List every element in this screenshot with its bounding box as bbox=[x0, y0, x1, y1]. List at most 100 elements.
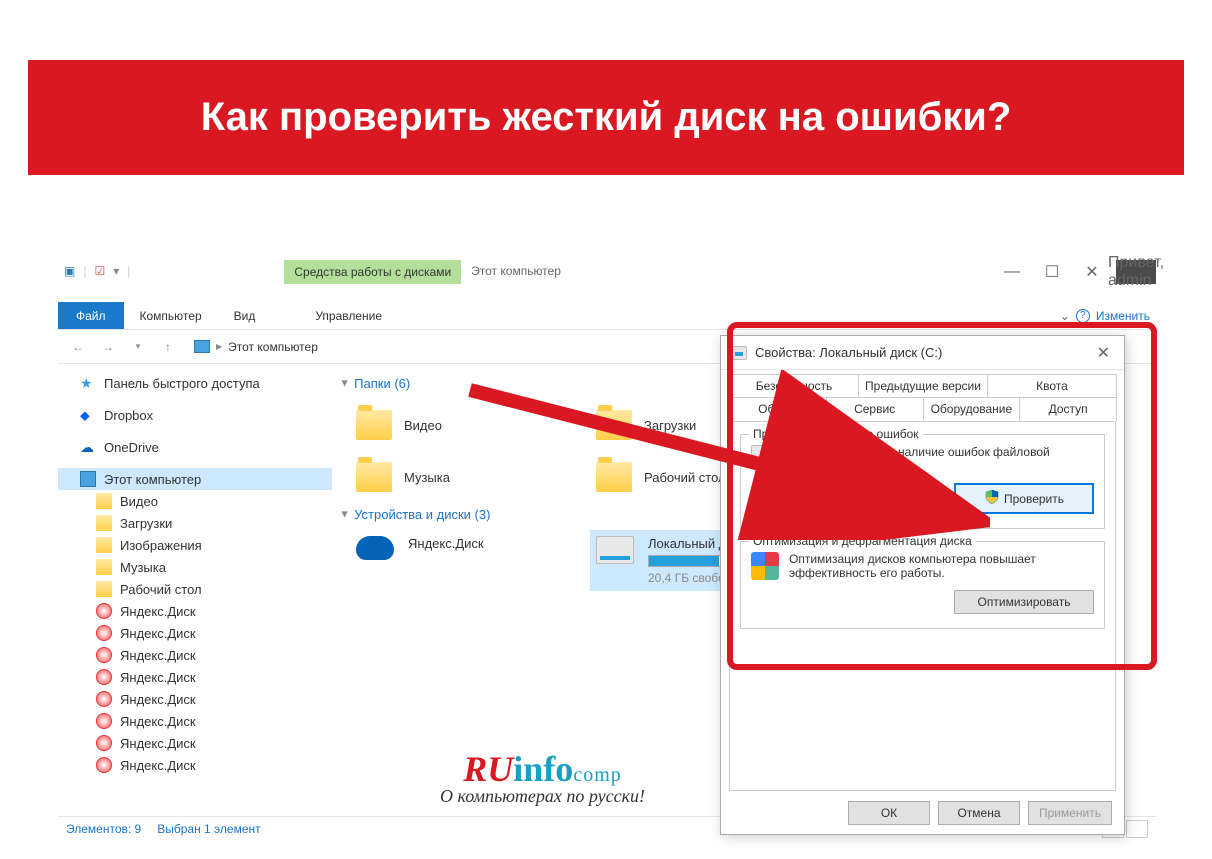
optimize-button[interactable]: Оптимизировать bbox=[954, 590, 1094, 614]
dialog-tab[interactable]: Доступ bbox=[1019, 397, 1117, 421]
logo-ru: RU bbox=[463, 749, 513, 789]
error-check-group: Проверка на наличие ошибок Проверка диск… bbox=[740, 434, 1105, 529]
sidebar-item[interactable]: Яндекс.Диск bbox=[58, 600, 332, 622]
tab-service-body: Проверка на наличие ошибок Проверка диск… bbox=[729, 421, 1116, 791]
apply-button[interactable]: Применить bbox=[1028, 801, 1112, 825]
tab-view[interactable]: Вид bbox=[218, 302, 272, 329]
sidebar-item[interactable]: Рабочий стол bbox=[58, 578, 332, 600]
folder-icon bbox=[96, 515, 112, 531]
edit-link[interactable]: Изменить bbox=[1096, 309, 1150, 323]
yandex-disk-icon bbox=[96, 691, 112, 707]
sidebar-item-label: Яндекс.Диск bbox=[120, 604, 196, 619]
sidebar-item[interactable]: Этот компьютер bbox=[58, 468, 332, 490]
device-item[interactable]: Яндекс.Диск bbox=[350, 530, 590, 591]
sidebar-item[interactable]: Яндекс.Диск bbox=[58, 666, 332, 688]
sidebar-item[interactable]: Яндекс.Диск bbox=[58, 688, 332, 710]
maximize-button[interactable]: ☐ bbox=[1032, 260, 1072, 284]
dialog-tab[interactable]: Сервис bbox=[826, 397, 924, 421]
sidebar-item[interactable]: Яндекс.Диск bbox=[58, 732, 332, 754]
close-button[interactable]: ✕ bbox=[1072, 260, 1112, 284]
sidebar-item[interactable]: Видео bbox=[58, 490, 332, 512]
tab-computer[interactable]: Компьютер bbox=[124, 302, 218, 329]
dialog-tab[interactable]: Общие bbox=[729, 397, 827, 421]
optimize-group: Оптимизация и дефрагментация диска Оптим… bbox=[740, 541, 1105, 629]
sidebar-item-label: Dropbox bbox=[104, 408, 153, 423]
optimize-legend: Оптимизация и дефрагментация диска bbox=[749, 534, 976, 548]
dialog-close-button[interactable]: ✕ bbox=[1093, 343, 1114, 363]
tab-file[interactable]: Файл bbox=[58, 302, 124, 329]
yandex-disk-icon bbox=[96, 713, 112, 729]
folder-icon bbox=[96, 559, 112, 575]
up-button[interactable]: ↑ bbox=[156, 335, 180, 359]
chevron-down-icon: ▶ bbox=[341, 380, 350, 386]
dialog-tab[interactable]: Квота bbox=[987, 374, 1117, 397]
yandex-disk-icon bbox=[96, 603, 112, 619]
sidebar-item[interactable]: Яндекс.Диск bbox=[58, 644, 332, 666]
sidebar-item[interactable]: Яндекс.Диск bbox=[58, 622, 332, 644]
banner-title: Как проверить жесткий диск на ошибки? bbox=[201, 95, 1012, 140]
sidebar-item[interactable]: ★Панель быстрого доступа bbox=[58, 372, 332, 394]
defrag-icon bbox=[751, 552, 779, 580]
breadcrumb-location[interactable]: Этот компьютер bbox=[228, 340, 318, 354]
error-check-legend: Проверка на наличие ошибок bbox=[749, 427, 923, 441]
pc-icon bbox=[80, 471, 96, 487]
dialog-tab[interactable]: Предыдущие версии bbox=[858, 374, 988, 397]
sidebar-item[interactable]: Загрузки bbox=[58, 512, 332, 534]
sidebar-item[interactable]: ☁ OneDrive bbox=[58, 436, 332, 458]
sidebar-item[interactable]: Музыка bbox=[58, 556, 332, 578]
sidebar-item-label: Яндекс.Диск bbox=[120, 692, 196, 707]
folder-icon bbox=[96, 581, 112, 597]
yandex-disk-icon bbox=[96, 757, 112, 773]
sidebar-nav: ★Панель быстрого доступа ⬥ Dropbox ☁ OneDriv… bbox=[58, 364, 332, 816]
dropbox-icon: ⬥ bbox=[80, 407, 96, 423]
drive-icon bbox=[596, 536, 634, 564]
yandex-disk-icon bbox=[96, 625, 112, 641]
yandex-disk-icon bbox=[96, 669, 112, 685]
back-button[interactable]: ← bbox=[66, 335, 90, 359]
help-icon[interactable]: ? bbox=[1076, 309, 1090, 323]
separator-icon: | bbox=[127, 264, 130, 278]
sidebar-item-label: Музыка bbox=[120, 560, 166, 575]
dialog-title-text: Свойства: Локальный диск (C:) bbox=[755, 345, 942, 360]
chevron-down-icon[interactable]: ⌄ bbox=[1060, 309, 1070, 323]
cancel-button[interactable]: Отмена bbox=[938, 801, 1020, 825]
breadcrumb[interactable]: ▶ Этот компьютер bbox=[186, 337, 326, 357]
sidebar-item-label: Рабочий стол bbox=[120, 582, 202, 597]
folder-icon bbox=[96, 537, 112, 553]
logo-tagline: О компьютерах по русски! bbox=[440, 786, 645, 807]
cloud-drive-icon bbox=[356, 536, 394, 560]
status-selection: Выбран 1 элемент bbox=[157, 822, 260, 836]
ok-button[interactable]: ОК bbox=[848, 801, 930, 825]
sidebar-item[interactable]: Яндекс.Диск bbox=[58, 710, 332, 732]
view-icons-button[interactable] bbox=[1126, 820, 1148, 838]
yandex-disk-icon bbox=[96, 647, 112, 663]
chevron-right-icon: ▶ bbox=[216, 342, 222, 351]
sidebar-item[interactable]: Яндекс.Диск bbox=[58, 754, 332, 776]
sidebar-item[interactable]: Изображения bbox=[58, 534, 332, 556]
minimize-button[interactable]: — bbox=[992, 260, 1032, 284]
window-controls: — ☐ ✕ Привет, admin bbox=[992, 260, 1156, 284]
dialog-tab[interactable]: Безопасность bbox=[729, 374, 859, 397]
check-button[interactable]: Проверить bbox=[954, 483, 1094, 514]
history-dropdown[interactable]: ▾ bbox=[126, 335, 150, 359]
properties-icon[interactable]: ☑ bbox=[94, 264, 105, 278]
optimize-desc: Оптимизация дисков компьютера повышает э… bbox=[789, 552, 1094, 580]
quick-access-toolbar: ▣ | ☑ ▾ | bbox=[58, 260, 136, 282]
sidebar-item[interactable]: ⬥ Dropbox bbox=[58, 404, 332, 426]
sidebar-item-label: OneDrive bbox=[104, 440, 159, 455]
dialog-tabs: БезопасностьПредыдущие версииКвота Общие… bbox=[721, 370, 1124, 421]
qat-dropdown-icon[interactable]: ▾ bbox=[113, 264, 119, 278]
folder-item[interactable]: Видео bbox=[350, 399, 590, 451]
cloud-icon: ☁ bbox=[80, 439, 96, 455]
dialog-titlebar: Свойства: Локальный диск (C:) ✕ bbox=[721, 336, 1124, 370]
folder-icon bbox=[594, 457, 634, 497]
tab-manage[interactable]: Управление bbox=[299, 302, 398, 329]
dialog-tab[interactable]: Оборудование bbox=[923, 397, 1021, 421]
folder-item[interactable]: Музыка bbox=[350, 451, 590, 503]
properties-dialog: Свойства: Локальный диск (C:) ✕ Безопасн… bbox=[720, 335, 1125, 835]
shield-icon bbox=[984, 489, 1000, 508]
forward-button[interactable]: → bbox=[96, 335, 120, 359]
drive-icon bbox=[751, 445, 779, 467]
logo-info: info bbox=[513, 749, 573, 789]
ribbon-right: ⌄ ? Изменить bbox=[1060, 302, 1150, 329]
